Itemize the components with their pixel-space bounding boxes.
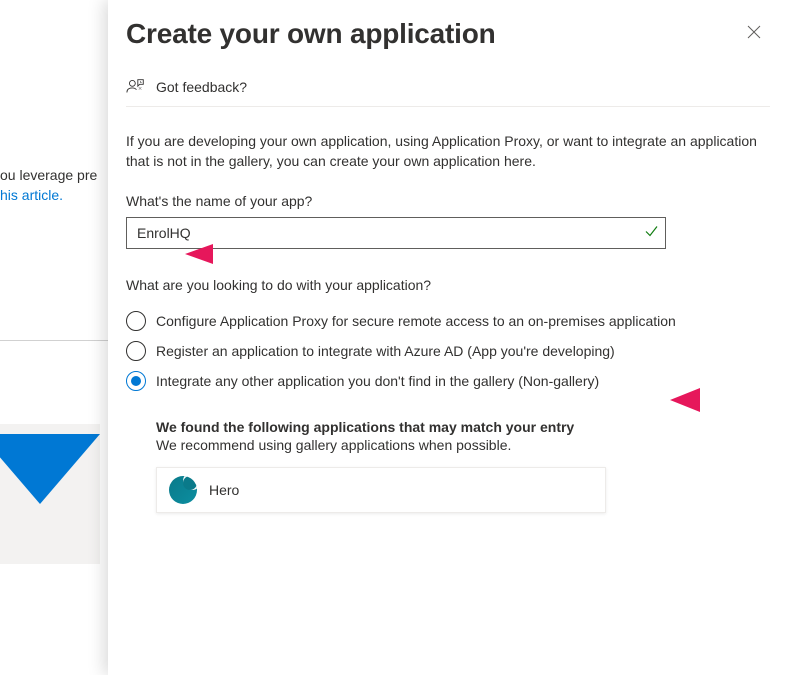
panel-title: Create your own application [126, 18, 496, 50]
radio-icon [126, 311, 146, 331]
create-app-panel: Create your own application Got feedback… [108, 0, 800, 675]
background-link[interactable]: his article. [0, 187, 63, 203]
background-tile-logo [0, 434, 100, 504]
app-name-input[interactable] [126, 217, 666, 249]
app-name-input-wrap [126, 217, 666, 249]
background-tile [0, 424, 100, 564]
intro-text: If you are developing your own applicati… [126, 131, 770, 171]
purpose-radio-group: Configure Application Proxy for secure r… [126, 311, 770, 391]
radio-non-gallery[interactable]: Integrate any other application you don'… [126, 371, 770, 391]
background-divider [0, 340, 115, 341]
background-text: ou leverage pre his article. [0, 165, 97, 205]
feedback-link[interactable]: Got feedback? [126, 78, 770, 107]
app-name-label: What's the name of your app? [126, 193, 770, 209]
close-icon [747, 25, 761, 44]
radio-icon-selected [126, 371, 146, 391]
purpose-label: What are you looking to do with your app… [126, 277, 770, 293]
radio-app-proxy[interactable]: Configure Application Proxy for secure r… [126, 311, 770, 331]
background-content: ou leverage pre his article. [0, 0, 115, 675]
radio-label: Integrate any other application you don'… [156, 373, 599, 389]
radio-register-app[interactable]: Register an application to integrate wit… [126, 341, 770, 361]
hero-app-icon [169, 476, 197, 504]
match-subtitle: We recommend using gallery applications … [156, 437, 770, 453]
match-app-card[interactable]: Hero [156, 467, 606, 513]
panel-header: Create your own application [126, 18, 770, 50]
feedback-label: Got feedback? [156, 79, 247, 95]
match-app-name: Hero [209, 482, 239, 498]
background-text-line: ou leverage pre [0, 167, 97, 183]
match-title: We found the following applications that… [156, 419, 770, 435]
radio-label: Configure Application Proxy for secure r… [156, 313, 676, 329]
radio-label: Register an application to integrate wit… [156, 343, 615, 359]
radio-icon [126, 341, 146, 361]
radio-dot [131, 376, 141, 386]
checkmark-icon [644, 225, 658, 242]
feedback-icon [126, 78, 146, 96]
close-button[interactable] [738, 18, 770, 50]
match-section: We found the following applications that… [156, 419, 770, 513]
